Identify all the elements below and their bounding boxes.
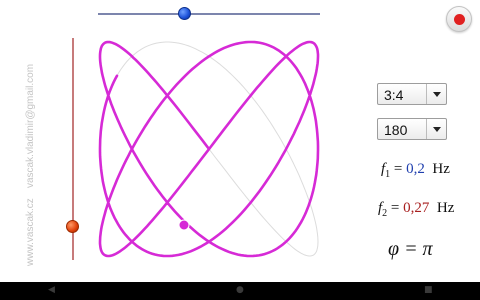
- chevron-down-icon: [433, 127, 441, 132]
- ratio-dropdown-button[interactable]: [426, 84, 446, 104]
- record-button[interactable]: [446, 6, 472, 32]
- home-icon[interactable]: ●: [236, 285, 244, 295]
- phase-select[interactable]: 180: [377, 118, 447, 140]
- f1-subscript: 1: [385, 169, 391, 180]
- chevron-down-icon: [433, 92, 441, 97]
- f1-equals: =: [393, 161, 403, 177]
- back-icon[interactable]: ◀: [48, 285, 55, 295]
- frequency-1-readout: f1 = 0,2 Hz: [381, 161, 450, 180]
- f2-subscript: 2: [382, 208, 388, 219]
- lissajous-trace-curve: [98, 40, 320, 258]
- moving-point: [178, 219, 190, 231]
- record-icon: [454, 14, 465, 25]
- f1-value: 0,2: [406, 161, 425, 177]
- frequency-2-readout: f2 = 0,27 Hz: [378, 200, 454, 219]
- f2-unit: Hz: [436, 200, 455, 216]
- recents-icon[interactable]: ■: [424, 285, 433, 295]
- f2-value: 0,27: [403, 200, 430, 216]
- f2-equals: =: [390, 200, 400, 216]
- phase-readout: φ = π: [388, 238, 433, 260]
- ratio-select[interactable]: 3:4: [377, 83, 447, 105]
- phase-select-value: 180: [384, 122, 408, 138]
- ratio-select-value: 3:4: [384, 87, 404, 103]
- system-navigation-bar: ◀ ● ■: [0, 282, 480, 300]
- f1-unit: Hz: [432, 161, 450, 177]
- phase-dropdown-button[interactable]: [426, 119, 446, 139]
